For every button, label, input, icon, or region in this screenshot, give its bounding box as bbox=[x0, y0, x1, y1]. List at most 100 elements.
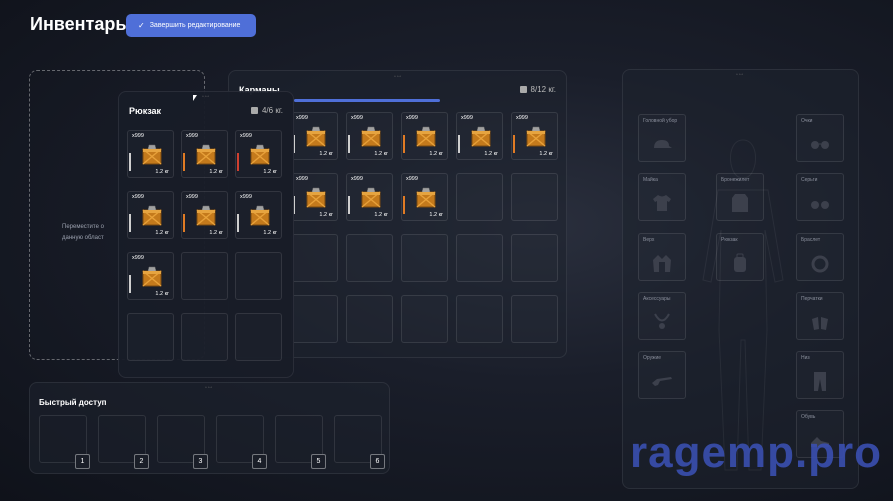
equip-slot-earrings[interactable]: Серьги bbox=[796, 173, 844, 221]
equip-slot-armor[interactable]: Бронежилет bbox=[716, 173, 764, 221]
item-quantity: x999 bbox=[240, 133, 252, 139]
pockets-slot[interactable] bbox=[456, 295, 503, 343]
backpack-slot[interactable] bbox=[181, 252, 228, 300]
drag-handle-icon[interactable]: ▫▫▫ bbox=[736, 72, 744, 78]
equip-slot-accessories[interactable]: Аксессуары bbox=[638, 292, 686, 340]
pockets-slot[interactable] bbox=[346, 234, 393, 282]
cap-icon bbox=[654, 140, 672, 148]
quick-slot[interactable]: 2 bbox=[98, 415, 149, 469]
backpack-slot[interactable] bbox=[235, 313, 282, 361]
item-quantity: x999 bbox=[132, 133, 144, 139]
item-weight: 1.2 кг bbox=[209, 169, 223, 175]
equip-slot-glasses[interactable]: Очки bbox=[796, 114, 844, 162]
backpack-slot[interactable] bbox=[235, 252, 282, 300]
quick-slot[interactable]: 5 bbox=[275, 415, 326, 469]
pockets-slot[interactable] bbox=[291, 234, 338, 282]
rarity-bar bbox=[458, 135, 460, 153]
pockets-slot[interactable]: x999 1.2 кг bbox=[346, 173, 393, 221]
backpack-slot[interactable] bbox=[127, 313, 174, 361]
mouse-cursor-icon bbox=[193, 95, 197, 101]
pockets-slot[interactable] bbox=[456, 173, 503, 221]
equip-slot-pants[interactable]: Низ bbox=[796, 351, 844, 399]
pockets-slot[interactable] bbox=[291, 295, 338, 343]
equip-slot-weapon[interactable]: Оружие bbox=[638, 351, 686, 399]
pockets-slot[interactable] bbox=[511, 295, 558, 343]
quick-slot[interactable]: 3 bbox=[157, 415, 208, 469]
item-weight: 1.2 кг bbox=[263, 169, 277, 175]
backpack-slot[interactable] bbox=[181, 313, 228, 361]
backpack-slot[interactable]: x999 1.2 кг bbox=[235, 191, 282, 239]
item-weight: 1.2 кг bbox=[319, 212, 333, 218]
drag-handle-icon[interactable]: ▫▫▫ bbox=[205, 385, 213, 391]
quick-slot-number: 6 bbox=[370, 454, 385, 469]
drag-handle-icon[interactable]: ▫▫▫ bbox=[202, 94, 210, 100]
item-quantity: x999 bbox=[406, 115, 418, 121]
crate-icon bbox=[142, 144, 162, 165]
bracelet-icon bbox=[811, 255, 829, 273]
quick-slot[interactable]: 4 bbox=[216, 415, 267, 469]
pockets-slot[interactable]: x999 1.2 кг bbox=[346, 112, 393, 160]
item-weight: 1.2 кг bbox=[155, 291, 169, 297]
backpack-weight-value: 4/6 кг. bbox=[261, 106, 283, 115]
pockets-slot[interactable] bbox=[401, 295, 448, 343]
weight-icon bbox=[519, 86, 527, 93]
rifle-icon bbox=[652, 377, 672, 386]
rarity-bar bbox=[129, 275, 131, 293]
rarity-bar bbox=[403, 135, 405, 153]
crate-icon bbox=[250, 205, 270, 226]
item-weight: 1.2 кг bbox=[263, 230, 277, 236]
equip-slot-gloves[interactable]: Перчатки bbox=[796, 292, 844, 340]
crate-icon bbox=[196, 144, 216, 165]
crate-icon bbox=[196, 205, 216, 226]
item-weight: 1.2 кг bbox=[155, 169, 169, 175]
item-quantity: x999 bbox=[132, 255, 144, 261]
backpack-slot[interactable]: x999 1.2 кг bbox=[181, 130, 228, 178]
item-weight: 1.2 кг bbox=[429, 212, 443, 218]
item-weight: 1.2 кг bbox=[155, 230, 169, 236]
crate-icon bbox=[416, 126, 436, 147]
rarity-bar bbox=[348, 135, 350, 153]
finish-editing-button[interactable]: ✓ Завершить редактирование bbox=[126, 14, 256, 37]
equip-slot-shirt[interactable]: Майка bbox=[638, 173, 686, 221]
pockets-slot[interactable] bbox=[346, 295, 393, 343]
quick-slot-number: 4 bbox=[252, 454, 267, 469]
pockets-slot[interactable]: x999 1.2 кг bbox=[291, 173, 338, 221]
item-quantity: x999 bbox=[296, 176, 308, 182]
drag-handle-icon[interactable]: ▫▫▫ bbox=[394, 74, 402, 80]
tshirt-icon bbox=[653, 195, 671, 211]
quick-slot-number: 2 bbox=[134, 454, 149, 469]
pockets-slot[interactable] bbox=[511, 173, 558, 221]
quick-slot[interactable]: 6 bbox=[334, 415, 385, 469]
pockets-slot[interactable] bbox=[456, 234, 503, 282]
pockets-slot[interactable]: x999 1.2 кг bbox=[291, 112, 338, 160]
backpack-slot[interactable]: x999 1.2 кг bbox=[127, 130, 174, 178]
item-quantity: x999 bbox=[240, 194, 252, 200]
item-quantity: x999 bbox=[296, 115, 308, 121]
equip-slot-bracelet[interactable]: Браслет bbox=[796, 233, 844, 281]
pockets-slot[interactable]: x999 1.2 кг bbox=[401, 112, 448, 160]
pockets-slot[interactable]: x999 1.2 кг bbox=[401, 173, 448, 221]
pockets-slot[interactable] bbox=[401, 234, 448, 282]
equip-slot-hat[interactable]: Головной убор bbox=[638, 114, 686, 162]
quick-slot-number: 1 bbox=[75, 454, 90, 469]
pockets-slot[interactable]: x999 1.2 кг bbox=[456, 112, 503, 160]
item-quantity: x999 bbox=[351, 115, 363, 121]
equip-slot-backpack[interactable]: Рюкзак bbox=[716, 233, 764, 281]
rarity-bar bbox=[403, 196, 405, 214]
backpack-slot[interactable]: x999 1.2 кг bbox=[181, 191, 228, 239]
pockets-slot[interactable]: x999 1.2 кг bbox=[511, 112, 558, 160]
crate-icon bbox=[471, 126, 491, 147]
backpack-slot[interactable]: x999 1.2 кг bbox=[127, 191, 174, 239]
backpack-slot[interactable]: x999 1.2 кг bbox=[235, 130, 282, 178]
pockets-slot[interactable] bbox=[511, 234, 558, 282]
drop-zone-text: Переместите о данную област bbox=[62, 224, 104, 241]
necklace-icon bbox=[654, 313, 670, 329]
quick-slot-number: 5 bbox=[311, 454, 326, 469]
weight-icon bbox=[250, 107, 258, 114]
pockets-weight-value: 8/12 кг. bbox=[530, 85, 556, 94]
quick-slot[interactable]: 1 bbox=[39, 415, 90, 469]
item-quantity: x999 bbox=[461, 115, 473, 121]
equip-slot-top[interactable]: Верх bbox=[638, 233, 686, 281]
item-quantity: x999 bbox=[516, 115, 528, 121]
backpack-slot[interactable]: x999 1.2 кг bbox=[127, 252, 174, 300]
